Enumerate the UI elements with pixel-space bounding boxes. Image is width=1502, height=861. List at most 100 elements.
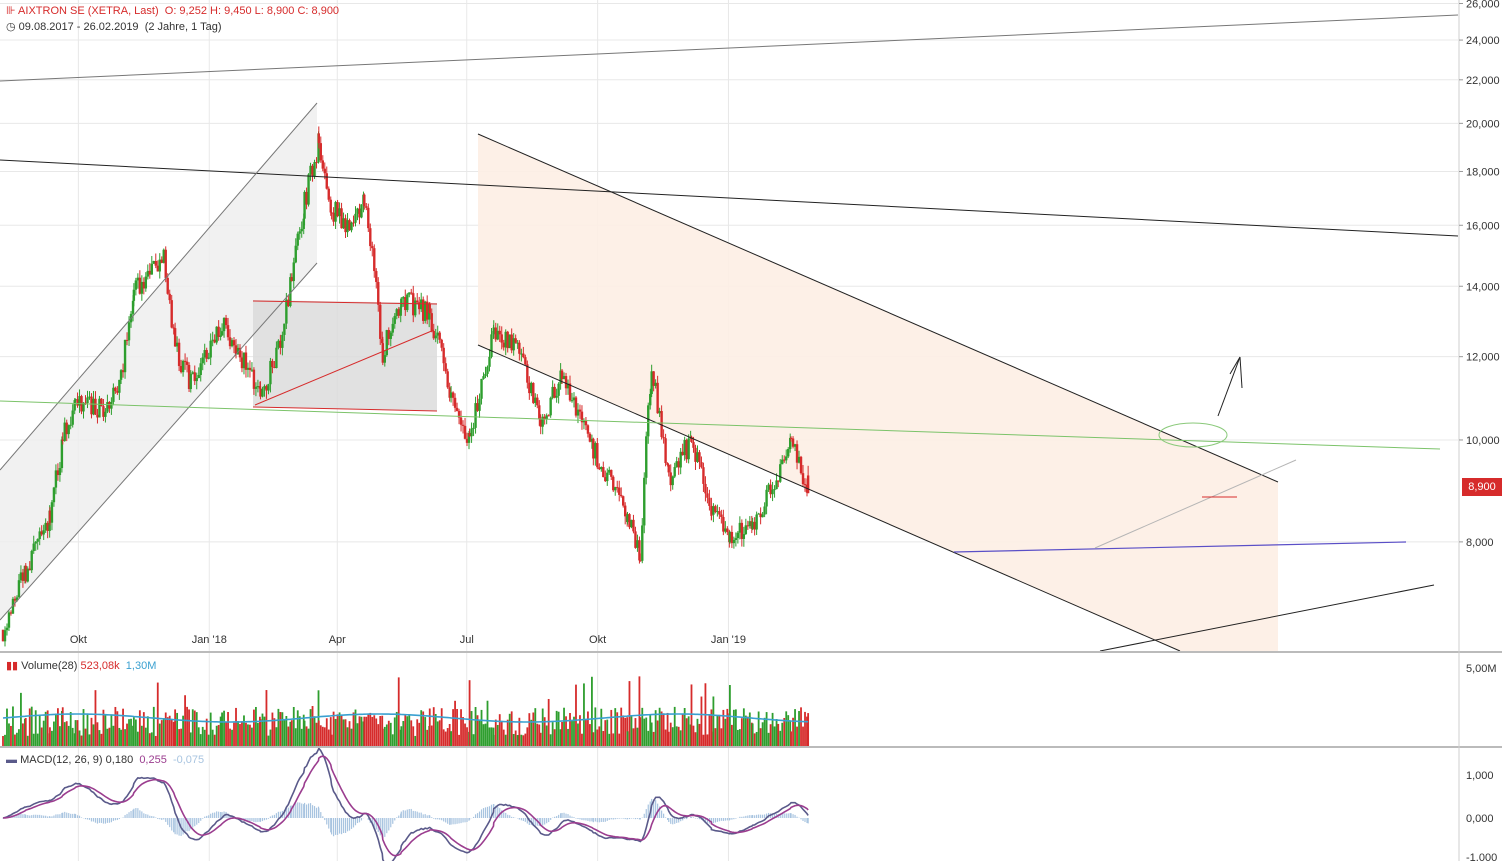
volume-bar (600, 708, 603, 746)
y-tick-label: 10,000 (1466, 435, 1500, 447)
candle-body (329, 199, 332, 213)
candle-body (484, 373, 487, 377)
candle-body (100, 398, 103, 407)
macd-hist-bar (733, 818, 735, 820)
volume-bar (377, 724, 380, 746)
volume-bar (294, 728, 297, 746)
volume-bar (67, 725, 70, 746)
candle-body (244, 352, 248, 370)
volume-bar (557, 711, 560, 746)
volume-bar (596, 729, 599, 746)
macd-hist-bar (410, 808, 412, 818)
volume-bar (460, 709, 462, 746)
candle-body (5, 627, 9, 631)
volume-bar (541, 708, 544, 746)
macd-hist-bar (332, 818, 335, 837)
volume-bar (98, 730, 101, 746)
macd-hist-bar (251, 818, 253, 822)
candle-body (118, 379, 121, 393)
macd-hist-bar (388, 818, 390, 831)
macd-axis-label: -1,000 (1466, 852, 1497, 861)
volume-bar (724, 718, 727, 746)
macd-hist-bar (643, 813, 645, 818)
volume-bar (110, 715, 113, 746)
volume-bar (620, 707, 623, 746)
macd-hist-bar (565, 813, 567, 818)
macd-hist-bar (462, 818, 464, 823)
candle-body (281, 334, 284, 348)
volume-bar (551, 722, 554, 746)
volume-bar (26, 735, 29, 746)
candle-body (704, 483, 707, 494)
volume-bar (444, 731, 447, 746)
candle-body (7, 612, 11, 628)
volume-bar (436, 721, 439, 746)
volume-bar (769, 724, 772, 746)
macd-hist-bar (171, 818, 173, 831)
volume-bar (303, 720, 306, 746)
macd-hist-bar (505, 812, 507, 818)
candle-body (207, 357, 210, 359)
candle-body (755, 514, 758, 530)
volume-bar (757, 711, 760, 746)
macd-hist-bar (618, 818, 620, 819)
candle-body (718, 511, 721, 515)
macd-hist-bar (672, 818, 674, 825)
volume-bar (400, 726, 403, 746)
price-chart[interactable]: 8,000 10,000 12,000 14,000 16,000 18,000 20,00… (0, 0, 1502, 861)
macd-hist-bar (743, 816, 745, 818)
macd-hist-bar (620, 818, 622, 819)
volume-bar (628, 681, 631, 746)
volume-bar (716, 715, 719, 746)
volume-bar (679, 730, 682, 746)
macd-hist-bar (729, 818, 731, 820)
candle-body (606, 472, 609, 482)
macd-hist-bar (511, 816, 513, 818)
macd-hist-bar (439, 818, 441, 820)
volume-bar (442, 729, 445, 746)
volume-bar (227, 712, 229, 746)
candle-body (801, 473, 805, 485)
candle-body (132, 289, 136, 301)
macd-hist-bar (418, 812, 420, 818)
macd-hist-bar (550, 818, 552, 820)
candle-body (252, 369, 256, 389)
macd-hist-bar (790, 813, 792, 818)
macd-hist-bar (86, 818, 89, 820)
candle-body (664, 438, 667, 464)
macd-hist-bar (745, 815, 747, 818)
volume-bar (647, 730, 650, 746)
volume-bar (178, 729, 181, 746)
macd-hist-bar (414, 811, 416, 818)
macd-hist-bar (165, 818, 167, 822)
macd-hist-bar (602, 818, 604, 822)
volume-bar (696, 718, 699, 746)
candle-body (71, 410, 74, 425)
volume-bar (714, 728, 717, 746)
candle-body (327, 188, 330, 200)
volume-bar (796, 726, 798, 746)
macd-hist-bar (128, 812, 130, 818)
volume-bar (555, 710, 558, 746)
candle-body (168, 293, 171, 301)
macd-hist-bar (634, 818, 637, 820)
macd-hist-bar (509, 815, 511, 818)
macd-hist-bar (626, 818, 629, 819)
macd-hist-bar (546, 818, 548, 824)
macd-hist-bar (614, 818, 616, 820)
macd-hist-bar (476, 813, 479, 818)
macd-hist-bar (324, 818, 326, 821)
volume-bar (446, 728, 449, 746)
volume-bar (592, 732, 595, 746)
macd-hist-bar (157, 818, 159, 820)
candle-body (416, 300, 419, 303)
macd-hist-bar (406, 809, 408, 818)
macd-hist-bar (265, 818, 268, 820)
macd-hist-bar (806, 818, 808, 823)
volume-bar (118, 727, 121, 746)
date-range-note: (2 Jahre, 1 Tag) (144, 21, 222, 33)
volume-bar (46, 710, 49, 746)
volume-bar (783, 717, 786, 746)
macd-hist-bar (445, 818, 447, 823)
volume-bar (36, 733, 39, 746)
